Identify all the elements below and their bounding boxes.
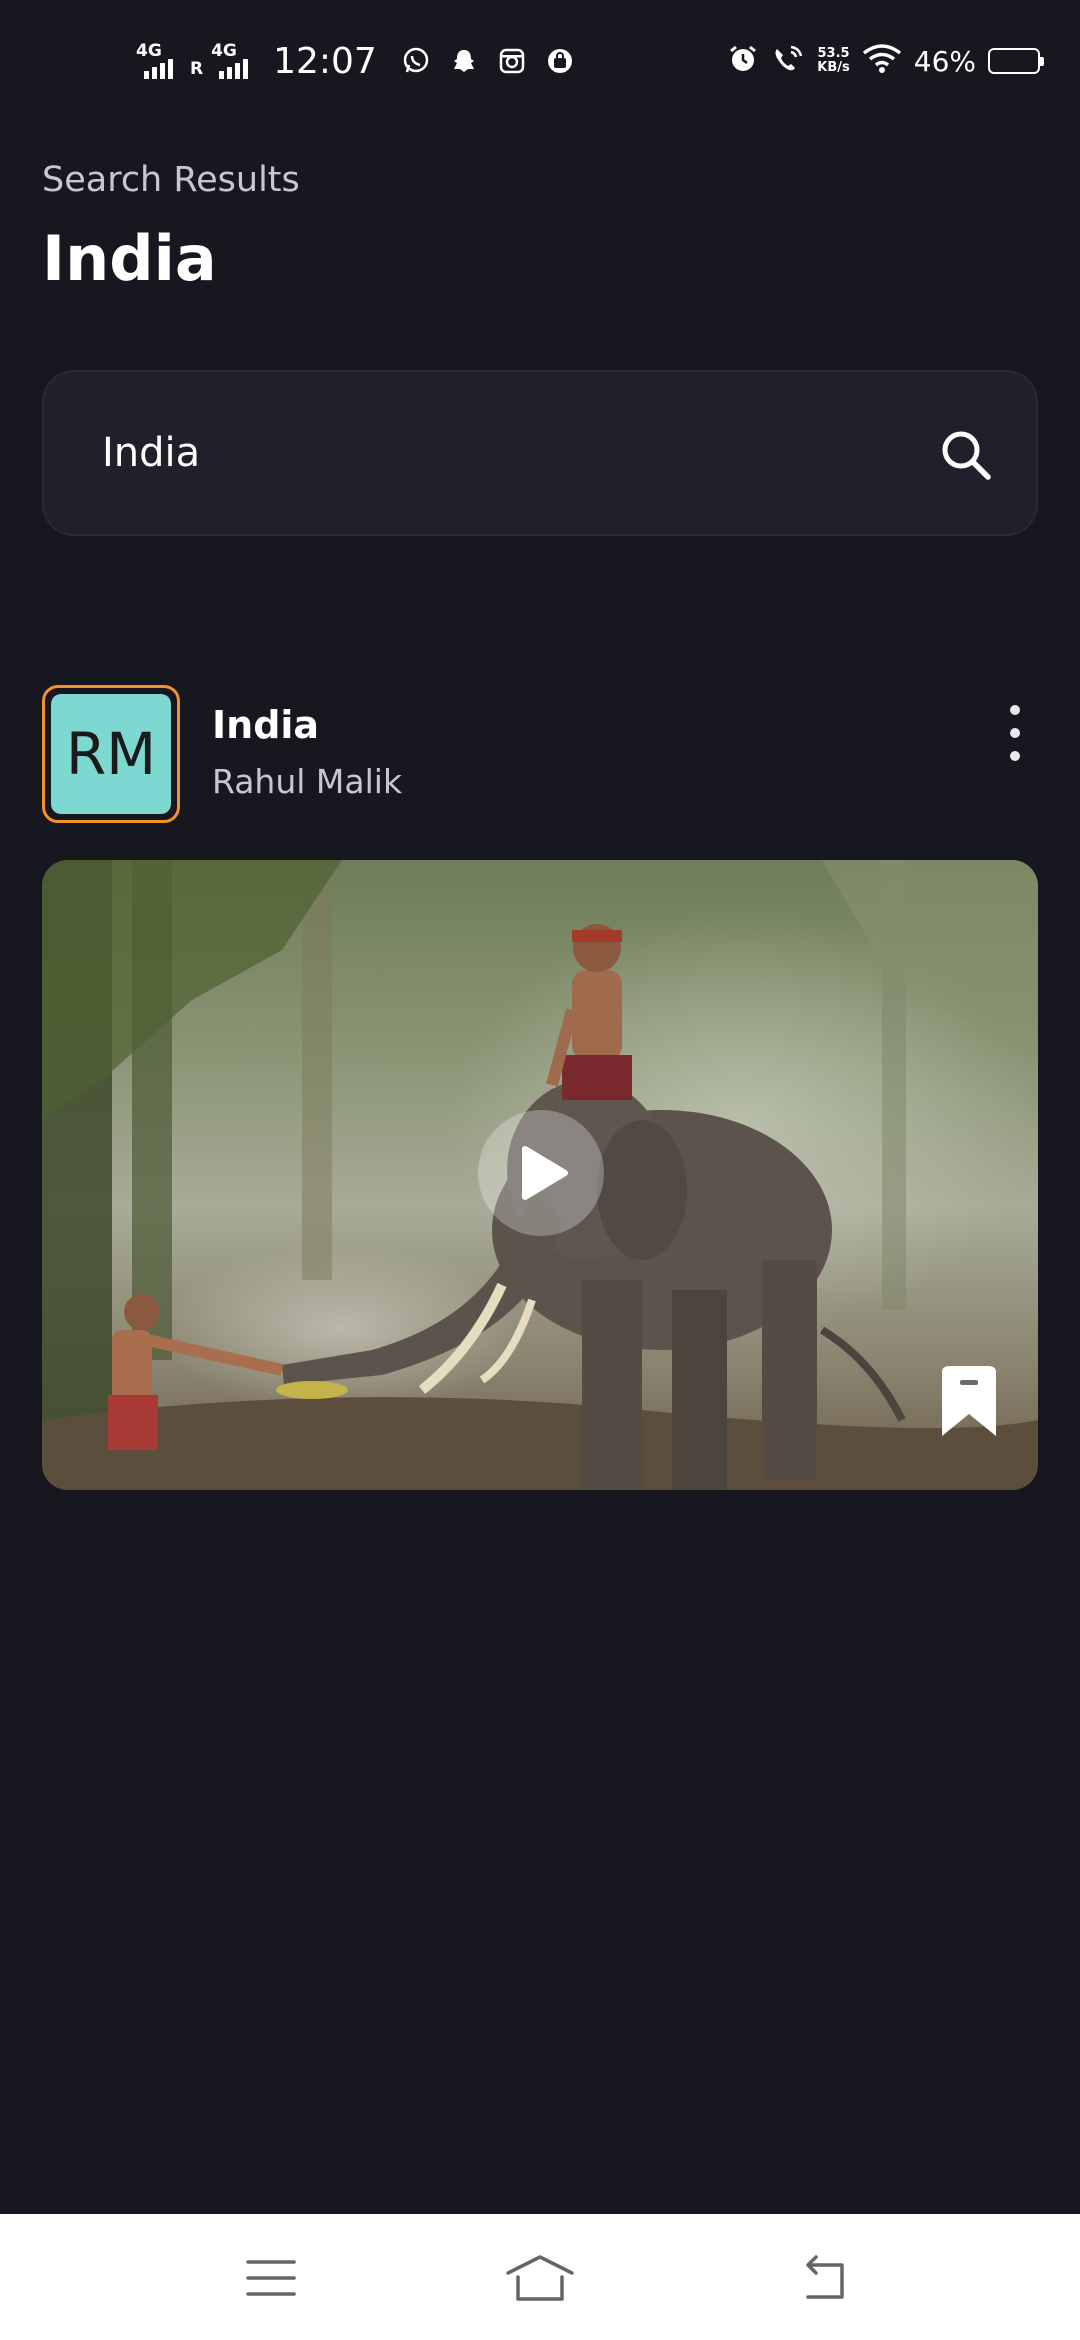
system-nav-bar: [0, 2214, 1080, 2340]
whatsapp-icon: [401, 46, 431, 76]
avatar[interactable]: RM: [42, 685, 180, 823]
result-author[interactable]: Rahul Malik: [212, 762, 402, 801]
play-icon[interactable]: [478, 1110, 604, 1236]
signal-icon-2: 4G: [211, 41, 259, 81]
net-speed-value: 53.5: [817, 46, 850, 61]
net-speed: 53.5 KB/s: [817, 47, 849, 75]
wifi-icon: [862, 43, 902, 79]
status-bar-right: 53.5 KB/s 46%: [727, 36, 1044, 86]
search-icon[interactable]: [938, 427, 994, 483]
shopping-bag-icon: [545, 46, 575, 76]
battery-percent: 46%: [913, 44, 976, 78]
home-icon[interactable]: [504, 2250, 576, 2306]
network-type-1: 4G: [136, 41, 162, 61]
back-icon[interactable]: [788, 2250, 860, 2306]
status-bar: 4G R 4G 12:07 53.5 KB/s 46%: [0, 0, 1080, 120]
instagram-icon: [497, 46, 527, 76]
video-thumbnail[interactable]: [42, 860, 1038, 1490]
page-subtitle: Search Results: [42, 160, 300, 200]
signal-icon: 4G: [136, 41, 184, 81]
net-speed-unit: KB/s: [817, 60, 850, 75]
snapchat-icon: [449, 46, 479, 76]
search-bar: [42, 370, 1038, 536]
result-title[interactable]: India: [212, 703, 319, 747]
menu-icon[interactable]: [235, 2250, 307, 2306]
search-input[interactable]: [102, 418, 902, 488]
status-bar-left: 4G R 4G 12:07: [136, 36, 587, 86]
network-type-2: 4G: [211, 41, 237, 61]
battery-icon: [988, 48, 1044, 74]
clock: 12:07: [273, 40, 377, 82]
page-title: India: [42, 222, 217, 295]
alarm-icon: [727, 43, 759, 79]
search-results-screen: 4G R 4G 12:07 53.5 KB/s 46% Search Resul…: [0, 0, 1080, 2340]
wifi-calling-icon: [771, 43, 805, 79]
roaming-indicator: R: [190, 59, 204, 79]
bookmark-icon[interactable]: [934, 1364, 1004, 1440]
avatar-initials: RM: [51, 694, 171, 814]
more-options-icon[interactable]: [1000, 705, 1030, 761]
